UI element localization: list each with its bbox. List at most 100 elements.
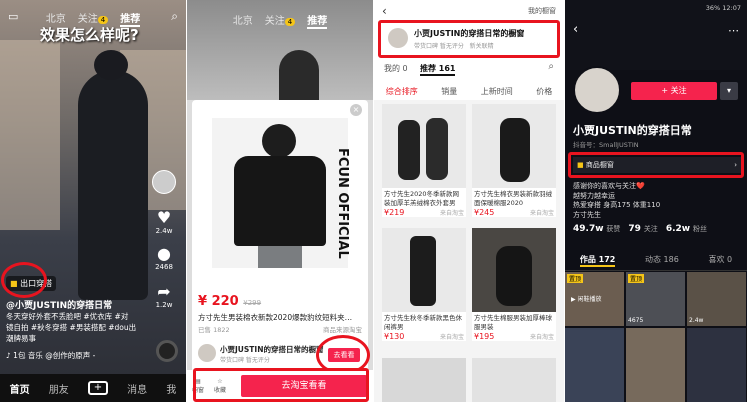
my-showcase-link[interactable]: 我的橱窗: [528, 6, 556, 16]
video-thumbnail[interactable]: 2.4w: [687, 272, 746, 326]
comment-icon: ●: [157, 244, 171, 263]
showcase-panel: ‹ 我的橱窗 小贾JUSTIN的穿搭日常的橱窗 带货口碑 暂无评分 新关联精 我…: [374, 0, 564, 402]
product-sheet: × FCUN OFFICIAL ¥ 220 ¥299 方寸先生男装棉衣新款202…: [192, 100, 370, 375]
status-bar: 36% 12:07: [705, 4, 741, 12]
highlight-box: [568, 152, 744, 178]
video-description: 冬天穿好外套不丢脸吧 #优衣库 #对 镜自拍 #秋冬穿搭 #男装搭配 #dou出潮…: [6, 312, 137, 343]
shop-rating: 带货口碑 暂无评分: [220, 357, 270, 364]
overlay-caption: 效果怎么样呢?: [40, 26, 139, 44]
stats-row: 49.7w 获赞 79 关注 6.2w 粉丝: [573, 224, 707, 234]
product-image: [382, 104, 466, 188]
product-price: ¥245: [474, 208, 495, 217]
product-source: 来自淘宝: [439, 334, 464, 341]
chevron-down-icon[interactable]: ▾: [720, 82, 738, 100]
product-price: ¥130: [384, 332, 405, 341]
video-person: [78, 70, 148, 300]
following-stat[interactable]: 79 关注: [628, 224, 657, 234]
product-title: 方寸先生棉衣男装新款羽绒面保暖棉服2020: [474, 190, 552, 207]
product-title: 方寸先生棉服男装加厚棒球服男装: [474, 314, 552, 331]
video-feed-panel: 北京 关注 4 推荐 ▭ ⌕ 效果怎么样呢? ♥ 2.4w ● 2468 ➦ 1.2w …: [0, 0, 186, 402]
product-source: 商品来源淘宝: [323, 326, 362, 334]
product-title: 方寸先生2020冬季新款网装加厚羊羔绒棉衣外套男: [384, 190, 460, 207]
share-icon: ➦: [157, 282, 171, 301]
highlight-circle: [1, 262, 47, 298]
profile-panel: 36% 12:07 ‹ ⋯ + 关注 ▾ 小贾JUSTIN的穿搭日常 抖音号：S…: [565, 0, 747, 402]
music-info[interactable]: ♪ 1包 音乐 @创作的原声 -: [6, 350, 95, 361]
nav-friends[interactable]: 朋友: [49, 381, 69, 396]
sort-new[interactable]: 上新时间: [481, 86, 513, 97]
shop-name[interactable]: 小贾JUSTIN的穿搭日常的橱窗: [220, 344, 323, 355]
video-thumbnail[interactable]: [687, 328, 746, 402]
top-nav: 北京 关注 4 推荐: [187, 12, 373, 29]
product-title: 方寸先生秋冬季新款黑色休闲裤男: [384, 314, 462, 331]
video-thumbnail[interactable]: 置顶 4675: [626, 272, 685, 326]
product-card[interactable]: [382, 358, 466, 402]
original-price: ¥299: [243, 299, 262, 307]
video-thumbnail[interactable]: [626, 328, 685, 402]
product-price: ¥ 220: [198, 294, 239, 309]
douyin-id: 抖音号：SmallJUSTIN: [573, 141, 639, 149]
sort-default[interactable]: 综合排序: [386, 86, 418, 97]
bottom-nav: 首页 朋友 + 消息 我: [0, 374, 186, 402]
author-avatar[interactable]: [150, 170, 178, 194]
search-icon[interactable]: ⌕: [171, 9, 178, 24]
video-thumbnail[interactable]: [565, 328, 624, 402]
product-card[interactable]: 方寸先生棉衣男装新款羽绒面保暖棉服2020 ¥245 来自淘宝: [472, 104, 556, 217]
bio: 感谢你的喜欢与关注❤️ 越努力越幸运 热爱穿搭 身高175 体重110 方寸先生: [573, 182, 661, 219]
tab-recommend[interactable]: 推荐: [307, 12, 328, 29]
product-image: [472, 104, 556, 188]
product-image[interactable]: FCUN OFFICIAL: [212, 118, 350, 268]
nav-messages[interactable]: 消息: [127, 381, 147, 396]
product-card[interactable]: 方寸先生2020冬季新款网装加厚羊羔绒棉衣外套男 ¥219 来自淘宝: [382, 104, 466, 217]
create-button[interactable]: +: [87, 381, 108, 395]
follow-button[interactable]: + 关注: [631, 82, 717, 100]
highlight-box: [378, 20, 560, 58]
profile-tabs: 作品 172 动态 186 喜欢 0: [565, 254, 747, 271]
tab-beijing[interactable]: 北京: [233, 12, 253, 29]
followers-stat[interactable]: 6.2w 粉丝: [666, 224, 707, 234]
nav-home[interactable]: 首页: [10, 381, 30, 396]
close-icon[interactable]: ×: [350, 104, 362, 116]
product-image: [472, 228, 556, 312]
tab-mine[interactable]: 我的 0: [384, 63, 408, 74]
sort-tabs: 综合排序 销量 上新时间 价格: [374, 82, 564, 100]
more-icon[interactable]: ⋯: [728, 24, 739, 37]
live-icon[interactable]: ▭: [8, 10, 18, 23]
sold-count: 已售 1822: [198, 326, 230, 334]
search-icon[interactable]: ⌕: [548, 61, 554, 72]
like-button[interactable]: ♥ 2.4w: [150, 208, 178, 235]
share-button[interactable]: ➦ 1.2w: [150, 282, 178, 309]
product-price: ¥219: [384, 208, 405, 217]
product-card[interactable]: [472, 358, 556, 402]
video-thumbnail[interactable]: 置顶 ▶ 闲鞋播放: [565, 272, 624, 326]
back-icon[interactable]: ‹: [573, 22, 578, 37]
tab-activity[interactable]: 动态 186: [645, 254, 679, 267]
tab-recommended[interactable]: 推荐 161: [420, 63, 456, 76]
product-sheet-panel: 北京 关注 4 推荐 × FCUN OFFICIAL ¥ 220 ¥299 方寸先…: [187, 0, 373, 402]
heart-icon: ♥: [156, 208, 172, 227]
product-price: ¥195: [474, 332, 495, 341]
shop-avatar[interactable]: [198, 344, 216, 362]
author-name[interactable]: @小贾JUSTIN的穿搭日常: [6, 298, 112, 311]
product-source: 来自淘宝: [439, 210, 464, 217]
product-card[interactable]: 方寸先生棉服男装加厚棒球服男装 ¥195 来自淘宝: [472, 228, 556, 341]
back-icon[interactable]: ‹: [382, 4, 387, 18]
product-title: 方寸先生男装棉衣新款2020爆款豹纹短料夹…: [198, 313, 353, 322]
brand-watermark: FCUN OFFICIAL: [335, 148, 350, 259]
likes-stat: 49.7w 获赞: [573, 224, 621, 234]
showcase-header: ‹ 我的橱窗 小贾JUSTIN的穿搭日常的橱窗 带货口碑 暂无评分 新关联精 我…: [374, 0, 564, 82]
avatar[interactable]: [573, 66, 621, 114]
product-card[interactable]: 方寸先生秋冬季新款黑色休闲裤男 ¥130 来自淘宝: [382, 228, 466, 341]
sort-price[interactable]: 价格: [536, 86, 552, 97]
highlight-box: [193, 368, 369, 402]
profile-banner: 36% 12:07 ‹ ⋯: [565, 0, 747, 70]
tab-likes[interactable]: 喜欢 0: [709, 254, 733, 267]
sort-sales[interactable]: 销量: [441, 86, 457, 97]
profile-name: 小贾JUSTIN的穿搭日常: [573, 124, 692, 137]
tab-works[interactable]: 作品 172: [579, 254, 616, 267]
product-image: [382, 228, 466, 312]
nav-me[interactable]: 我: [166, 381, 176, 396]
comment-button[interactable]: ● 2468: [150, 244, 178, 271]
product-source: 来自淘宝: [529, 210, 554, 217]
tab-following[interactable]: 关注 4: [265, 12, 296, 29]
